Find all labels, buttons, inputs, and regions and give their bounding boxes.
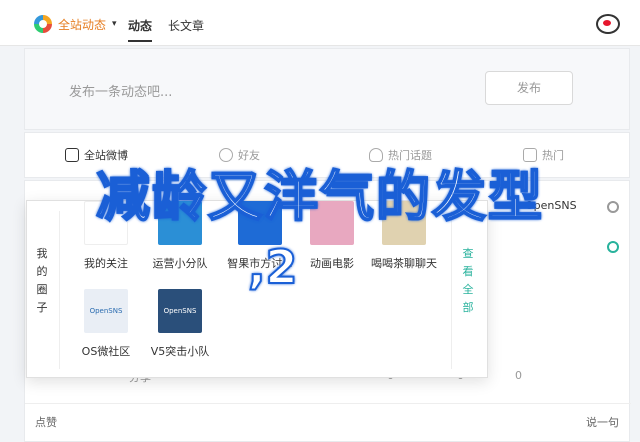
edit-count[interactable]: 0 <box>515 369 522 382</box>
view-all-link[interactable]: 查看全部 <box>461 245 475 317</box>
like-row: 点赞 说一句 <box>25 403 631 433</box>
brand-label: 全站动态 <box>58 17 107 32</box>
top-bar: 全站动态 ▾ 动态 长文章 <box>0 0 640 46</box>
circle-os-community[interactable]: OpenSNS OS微社区 <box>69 289 143 359</box>
divider <box>451 211 452 369</box>
weibo-icon[interactable] <box>596 14 620 34</box>
post-composer: 发布一条动态吧... 发布 <box>24 48 630 130</box>
site-logo-icon <box>34 15 52 33</box>
comment-button[interactable]: 说一句 <box>586 414 619 430</box>
overlay-title: 减龄又洋气的发型 <box>95 164 544 229</box>
tab-dynamic[interactable]: 动态 <box>128 17 153 42</box>
like-button[interactable]: 点赞 <box>35 414 57 430</box>
search-icon[interactable] <box>607 241 619 253</box>
caret-down-icon: ▾ <box>112 19 117 29</box>
brand-dropdown[interactable]: 全站动态 ▾ <box>34 15 117 33</box>
my-circles-label: 我的圈子 <box>36 247 48 314</box>
post-input[interactable]: 发布一条动态吧... <box>69 81 172 100</box>
divider <box>59 211 60 369</box>
circle-thumbnail: OpenSNS <box>84 289 128 333</box>
publish-button[interactable]: 发布 <box>485 71 573 105</box>
tab-long-articles[interactable]: 长文章 <box>168 17 204 34</box>
overlay-number: ,2 <box>247 239 299 295</box>
circle-thumbnail: OpenSNS V5 <box>158 289 202 359</box>
circle-v5-team[interactable]: OpenSNS V5 V5突击小队 <box>143 289 217 359</box>
